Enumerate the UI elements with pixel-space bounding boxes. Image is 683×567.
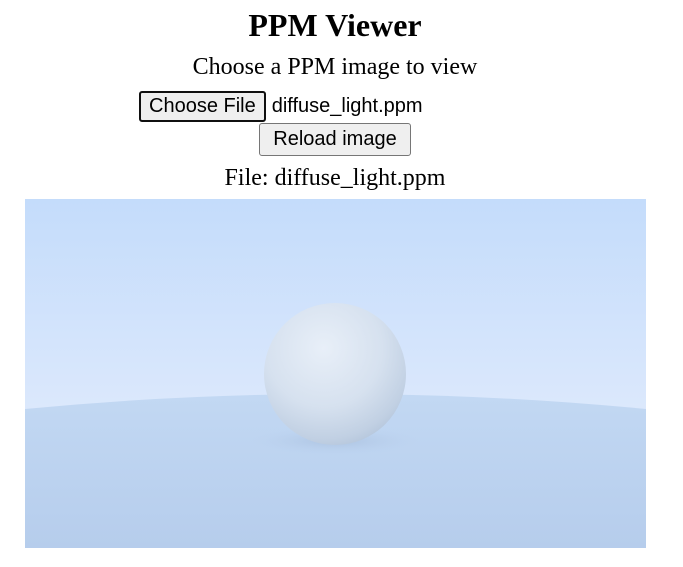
ppm-image-canvas xyxy=(25,199,646,548)
selected-file-name: diffuse_light.ppm xyxy=(271,95,423,117)
file-input[interactable]: Choose File diffuse_light.ppm xyxy=(139,91,423,122)
page-title: PPM Viewer xyxy=(248,7,422,43)
ppm-viewer-page: PPM Viewer Choose a PPM image to view Ch… xyxy=(0,0,683,567)
file-label-prefix: File: xyxy=(224,165,269,191)
file-label-name: diffuse_light.ppm xyxy=(274,165,446,191)
page-subtitle: Choose a PPM image to view xyxy=(192,54,478,80)
reload-image-button[interactable]: Reload image xyxy=(259,123,411,156)
file-label: File: diffuse_light.ppm xyxy=(0,163,670,193)
sphere xyxy=(264,303,406,445)
rendered-scene-image xyxy=(25,199,646,548)
choose-file-button[interactable]: Choose File xyxy=(139,91,266,122)
